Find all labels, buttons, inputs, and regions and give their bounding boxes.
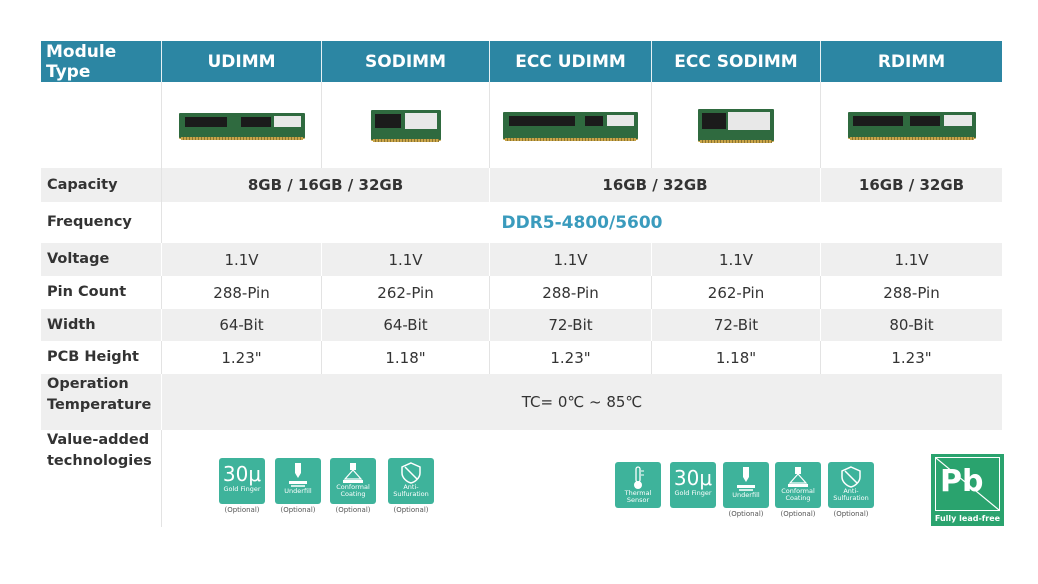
pin-count-ecc-udimm: 288-Pin — [490, 276, 652, 309]
lead-symbol: Pb — [940, 464, 984, 499]
width-ecc-udimm: 72-Bit — [490, 309, 652, 341]
gold-finger-caption: Gold Finger — [223, 485, 261, 493]
column-header-rdimm: RDIMM — [821, 41, 1002, 82]
column-header-ecc-udimm: ECC UDIMM — [490, 41, 652, 82]
column-header-ecc-sodimm: ECC SODIMM — [652, 41, 821, 82]
pin-count-sodimm: 262-Pin — [322, 276, 490, 309]
pcb-height-label: PCB Height — [41, 341, 162, 374]
voltage-udimm: 1.1V — [162, 243, 322, 276]
column-header-sodimm: SODIMM — [322, 41, 490, 82]
pin-count-rdimm: 288-Pin — [821, 276, 1002, 309]
operation-temperature-label-line1: Operation — [47, 376, 129, 392]
underfill-caption: Underfill — [284, 487, 312, 495]
anti-sulfuration-optional: (Optional) — [393, 506, 429, 514]
gold-finger-optional: (Optional) — [224, 506, 260, 514]
ecc-udimm-module-image — [503, 111, 638, 141]
anti-sulfuration-icon: Anti-Sulfuration — [828, 462, 874, 508]
lead-free-label: Fully lead-free — [934, 514, 1001, 523]
ecc-udimm-image-cell — [490, 82, 652, 168]
gold-finger-icon: 30μ Gold Finger — [670, 462, 716, 508]
capacity-udimm-sodimm: 8GB / 16GB / 32GB — [162, 168, 490, 202]
capacity-ecc: 16GB / 32GB — [490, 168, 821, 202]
pin-count-row: Pin Count 288-Pin 262-Pin 288-Pin 262-Pi… — [41, 276, 1002, 309]
operation-temperature-value: TC= 0℃ ~ 85℃ — [162, 374, 1002, 430]
lead-free-badge: Pb Fully lead-free — [931, 454, 1004, 526]
thermal-sensor-caption: Thermal Sensor — [624, 489, 652, 504]
table-header-row: Module Type UDIMM SODIMM ECC UDIMM ECC S… — [41, 41, 1002, 82]
capacity-row: Capacity 8GB / 16GB / 32GB 16GB / 32GB 1… — [41, 168, 1002, 202]
pin-count-udimm: 288-Pin — [162, 276, 322, 309]
gold-finger-icon: 30μ Gold Finger — [219, 458, 265, 504]
module-type-header: Module Type — [41, 41, 162, 82]
conformal-coating-optional: (Optional) — [335, 506, 371, 514]
voltage-ecc-sodimm: 1.1V — [652, 243, 821, 276]
value-added-label-line2: technologies — [47, 453, 152, 469]
voltage-label: Voltage — [41, 243, 162, 276]
width-sodimm: 64-Bit — [322, 309, 490, 341]
operation-temperature-row: Operation Temperature TC= 0℃ ~ 85℃ — [41, 374, 1002, 430]
pcb-height-ecc-sodimm: 1.18" — [652, 341, 821, 374]
width-row: Width 64-Bit 64-Bit 72-Bit 72-Bit 80-Bit — [41, 309, 1002, 341]
capacity-label: Capacity — [41, 168, 162, 202]
anti-sulfuration-caption: Anti-Sulfuration — [393, 483, 429, 498]
pcb-height-rdimm: 1.23" — [821, 341, 1002, 374]
anti-sulfuration-caption: Anti-Sulfuration — [833, 487, 869, 502]
frequency-row: Frequency DDR5-4800/5600 — [41, 202, 1002, 243]
anti-sulfuration-optional: (Optional) — [833, 510, 869, 518]
ecc-sodimm-module-image — [698, 109, 774, 143]
underfill-icon: Underfill — [723, 462, 769, 508]
ecc-sodimm-image-cell — [652, 82, 821, 168]
width-rdimm: 80-Bit — [821, 309, 1002, 341]
frequency-label: Frequency — [41, 202, 162, 243]
conformal-coating-caption: Conformal Coating — [781, 487, 815, 502]
value-added-label: Value-added technologies — [41, 430, 162, 527]
conformal-coating-caption: Conformal Coating — [336, 483, 370, 498]
width-udimm: 64-Bit — [162, 309, 322, 341]
gold-finger-big-text: 30μ — [673, 466, 713, 490]
voltage-ecc-udimm: 1.1V — [490, 243, 652, 276]
sodimm-image-cell — [322, 82, 490, 168]
gold-finger-big-text: 30μ — [222, 462, 262, 486]
pin-count-ecc-sodimm: 262-Pin — [652, 276, 821, 309]
pcb-height-udimm: 1.23" — [162, 341, 322, 374]
frequency-value: DDR5-4800/5600 — [162, 202, 1002, 243]
udimm-image-cell — [162, 82, 322, 168]
conformal-coating-icon: Conformal Coating — [775, 462, 821, 508]
conformal-coating-icon: Conformal Coating — [330, 458, 376, 504]
pcb-height-row: PCB Height 1.23" 1.18" 1.23" 1.18" 1.23" — [41, 341, 1002, 374]
voltage-sodimm: 1.1V — [322, 243, 490, 276]
thermal-sensor-icon: Thermal Sensor — [615, 462, 661, 508]
operation-temperature-label: Operation Temperature — [41, 374, 162, 430]
width-label: Width — [41, 309, 162, 341]
underfill-optional: (Optional) — [280, 506, 316, 514]
sodimm-module-image — [370, 110, 441, 142]
underfill-icon: Underfill — [275, 458, 321, 504]
underfill-caption: Underfill — [732, 491, 760, 499]
conformal-coating-optional: (Optional) — [780, 510, 816, 518]
pcb-height-sodimm: 1.18" — [322, 341, 490, 374]
width-ecc-sodimm: 72-Bit — [652, 309, 821, 341]
capacity-rdimm: 16GB / 32GB — [821, 168, 1002, 202]
gold-finger-caption: Gold Finger — [674, 489, 712, 497]
rdimm-image-cell — [821, 82, 1002, 168]
operation-temperature-label-line2: Temperature — [47, 397, 152, 413]
voltage-row: Voltage 1.1V 1.1V 1.1V 1.1V 1.1V — [41, 243, 1002, 276]
rdimm-module-image — [847, 112, 976, 140]
underfill-optional: (Optional) — [728, 510, 764, 518]
anti-sulfuration-icon: Anti-Sulfuration — [388, 458, 434, 504]
module-image-row — [41, 82, 1002, 168]
udimm-module-image — [178, 112, 305, 140]
pin-count-label: Pin Count — [41, 276, 162, 309]
column-header-udimm: UDIMM — [162, 41, 322, 82]
value-added-label-line1: Value-added — [47, 432, 150, 448]
pcb-height-ecc-udimm: 1.23" — [490, 341, 652, 374]
voltage-rdimm: 1.1V — [821, 243, 1002, 276]
